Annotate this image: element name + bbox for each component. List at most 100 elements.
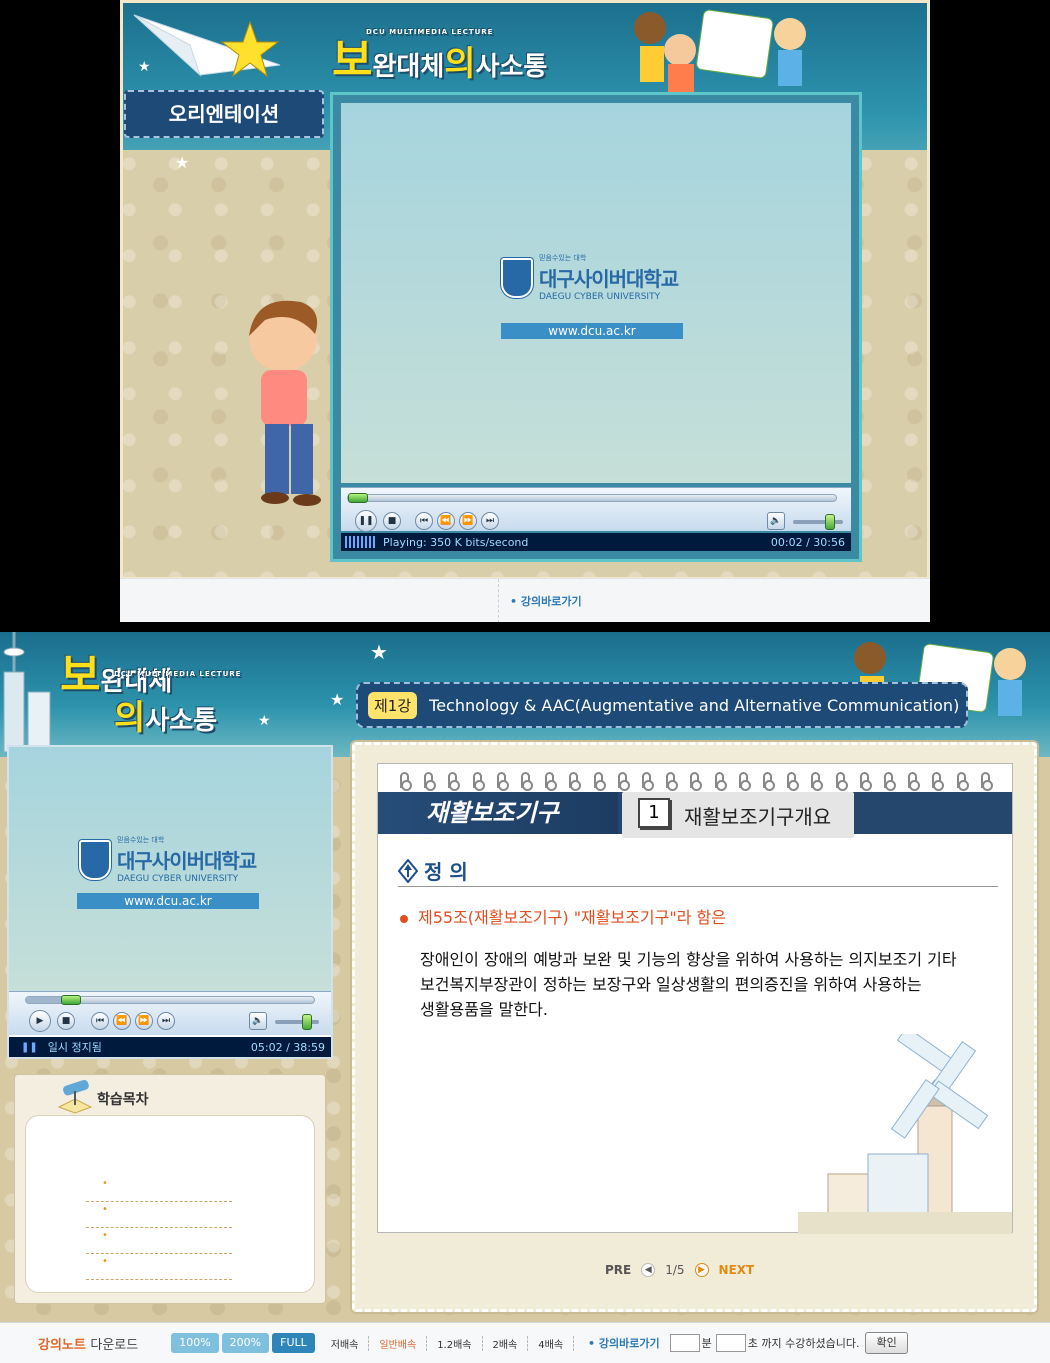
speed-1-2x[interactable]: 1.2배속 [437, 1335, 483, 1351]
title-part: 의 [114, 698, 146, 738]
volume-slider[interactable] [793, 514, 843, 530]
logo-name-en: DAEGU CYBER UNIVERSITY [539, 292, 661, 302]
speed-normal[interactable]: 일반배속 [379, 1335, 428, 1351]
quick-link[interactable]: 강의바로가기 [588, 1335, 660, 1351]
confirm-button[interactable]: 확인 [865, 1332, 908, 1354]
article-heading: 제55조(재활보조기구) "재활보조기구"라 함은 [400, 904, 726, 928]
player-status-bar: Playing: 350 K bits/second 00:02 / 30:56 [341, 533, 851, 551]
size-full-button[interactable]: FULL [272, 1333, 315, 1353]
bottom-toolbar: 강의노트 다운로드 100% 200% FULL 저배속 일반배속 1.2배속 … [0, 1322, 1050, 1363]
table-of-contents: 학습목차 [14, 1074, 326, 1304]
volume-icon[interactable]: 🔈 [249, 1012, 267, 1030]
section-title: 정 의 [424, 860, 468, 884]
star-icon: ★ [370, 640, 388, 664]
second-input[interactable] [715, 1334, 746, 1352]
rewind-button[interactable]: ⏪ [113, 1012, 131, 1030]
divider [498, 579, 499, 622]
fast-forward-button[interactable]: ⏩ [459, 512, 477, 530]
size-100-button[interactable]: 100% [171, 1333, 219, 1353]
body-text-line: 장애인이 장애의 예방과 보완 및 기능의 향상을 위하여 사용하는 의지보조기… [420, 950, 957, 969]
topic-title: 재활보조기구개요 [684, 805, 832, 829]
seek-progress [26, 997, 64, 1003]
rewind-button[interactable]: ⏪ [437, 512, 455, 530]
seek-thumb[interactable] [348, 493, 368, 503]
volume-thumb[interactable] [825, 514, 835, 530]
minute-label: 분 [701, 1337, 712, 1350]
seek-thumb[interactable] [61, 995, 81, 1005]
prev-label[interactable]: PRE [605, 1263, 631, 1277]
section-label: 오리엔테이션 [124, 90, 324, 138]
toc-item[interactable] [86, 1204, 232, 1228]
university-logo: 믿음수있는 대학 대구사이버대학교 DAEGU CYBER UNIVERSITY [501, 253, 679, 302]
player-status-text: Playing: 350 K bits/second [383, 535, 529, 549]
title-part: 보 [332, 35, 373, 86]
university-logo: 믿음수있는 대학 대구사이버대학교 DAEGU CYBER UNIVERSITY [79, 835, 257, 884]
next-button[interactable]: ⏭ [481, 512, 499, 530]
seek-bar[interactable] [25, 995, 315, 1005]
star-icon: ★ [138, 59, 151, 75]
pause-state-icon: ❚❚ [21, 1041, 38, 1053]
media-player-controls: ▶ ■ ⏮ ⏪ ⏩ ⏭ 🔈 [9, 991, 331, 1035]
slide-header-band: 재활보조기구 1 재활보조기구개요 [378, 792, 1012, 838]
university-shield-icon [79, 839, 111, 880]
stop-button[interactable]: ■ [57, 1012, 75, 1030]
spiral-binding [400, 772, 993, 792]
next-label[interactable]: NEXT [719, 1263, 755, 1277]
toc-title: 학습목차 [97, 1092, 149, 1108]
play-button[interactable]: ▶ [29, 1010, 51, 1032]
logo-name-ko: 대구사이버대학교 [117, 849, 257, 873]
player-status-bar: ❚❚ 일시 정지됨 05:02 / 38:59 [9, 1037, 331, 1057]
lecture-window: DCU MULTIMEDIA LECTURE 보완대체 의사소통 ★ ★ ★ 제… [0, 632, 1050, 1363]
pause-button[interactable]: ❚❚ [355, 510, 377, 532]
previous-button[interactable]: ⏮ [91, 1012, 109, 1030]
speed-slow[interactable]: 저배속 [331, 1335, 370, 1351]
stop-button[interactable]: ■ [383, 512, 401, 530]
speed-2x[interactable]: 2배속 [493, 1335, 529, 1351]
next-arrow-icon[interactable]: ▶ [694, 1263, 709, 1277]
section-heading: 정 의 [398, 856, 468, 885]
toc-item[interactable] [86, 1256, 232, 1280]
minute-input[interactable] [669, 1334, 700, 1352]
size-buttons: 100% 200% FULL [168, 1333, 315, 1353]
previous-button[interactable]: ⏮ [415, 512, 433, 530]
course-title: DCU MULTIMEDIA LECTURE 보완대체의사소통 [332, 24, 547, 88]
lecture-board: 재활보조기구 1 재활보조기구개요 정 의 제55조(재활보조기구) "재활보조… [352, 742, 1037, 1312]
seek-bar[interactable] [347, 493, 837, 503]
kids-illustration [634, 9, 806, 92]
star-icon [220, 20, 280, 78]
university-shield-icon [501, 257, 533, 298]
page-indicator: 1/5 [665, 1263, 685, 1277]
video-screen[interactable]: 믿음수있는 대학 대구사이버대학교 DAEGU CYBER UNIVERSITY… [9, 747, 331, 991]
brand-small-text: DCU MULTIMEDIA LECTURE [366, 28, 494, 36]
download-label-a: 강의노트 [38, 1337, 86, 1353]
volume-icon[interactable]: 🔈 [767, 512, 785, 530]
video-screen[interactable]: 믿음수있는 대학 대구사이버대학교 DAEGU CYBER UNIVERSITY… [341, 103, 851, 483]
fast-forward-button[interactable]: ⏩ [135, 1012, 153, 1030]
size-200-button[interactable]: 200% [221, 1333, 270, 1353]
slide-pager: PRE ◀ 1/5 ▶ NEXT [605, 1263, 754, 1277]
logo-name-ko: 대구사이버대학교 [539, 267, 679, 291]
topic-number: 1 [638, 798, 670, 828]
title-part: 사소통 [145, 706, 218, 736]
video-panel: 믿음수있는 대학 대구사이버대학교 DAEGU CYBER UNIVERSITY… [7, 745, 333, 1059]
prev-arrow-icon[interactable]: ◀ [641, 1263, 656, 1277]
top-footer: 강의바로가기 [120, 578, 930, 622]
course-title: DCU MULTIMEDIA LECTURE 보완대체 의사소통 [60, 654, 240, 739]
body-text-line: 생활용품을 말한다. [420, 1000, 548, 1019]
volume-thumb[interactable] [302, 1014, 312, 1030]
second-label: 초 까지 수강하셨습니다. [747, 1337, 860, 1350]
windmill-illustration [798, 1034, 1012, 1234]
logo-tagline: 믿음수있는 대학 [117, 836, 165, 844]
toc-item[interactable] [86, 1178, 232, 1202]
quick-link[interactable]: 강의바로가기 [510, 593, 582, 609]
media-player-controls: ❚❚ ■ ⏮ ⏪ ⏩ ⏭ 🔈 [341, 487, 851, 532]
volume-slider[interactable] [275, 1014, 319, 1030]
toc-list [25, 1115, 315, 1293]
star-icon: ★ [175, 153, 190, 172]
logo-name-en: DAEGU CYBER UNIVERSITY [117, 874, 239, 884]
toc-item[interactable] [86, 1230, 232, 1254]
lecture-title-bar: 제1강 Technology & AAC(Augmentative and Al… [356, 682, 968, 728]
lecture-note-download[interactable]: 강의노트 다운로드 [38, 1334, 138, 1353]
speed-4x[interactable]: 4배속 [538, 1335, 575, 1351]
next-button[interactable]: ⏭ [157, 1012, 175, 1030]
